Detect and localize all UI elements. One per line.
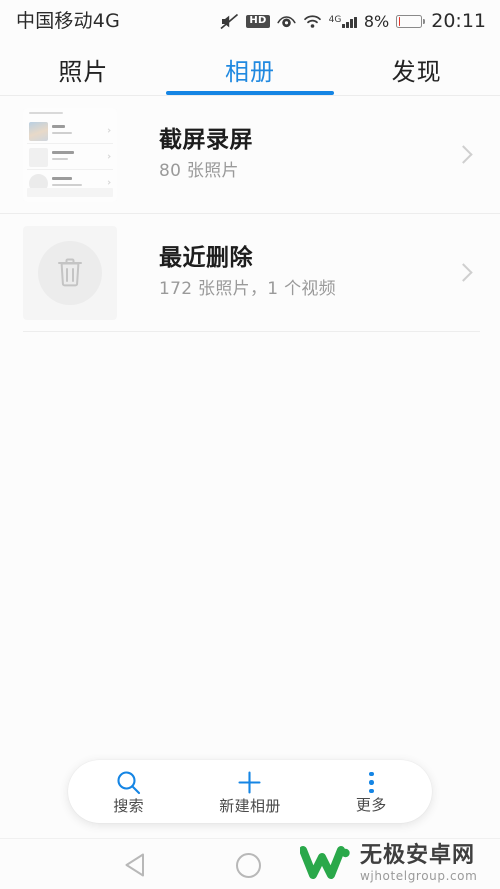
status-icons: HD 4G 8% 20:11 [220,12,486,31]
back-triangle-icon[interactable] [123,852,147,878]
album-title: 最近删除 [159,245,253,271]
mute-icon [220,13,239,30]
album-row-screenshots[interactable]: 截屏录屏 80 张照片 [0,96,500,213]
more-vertical-icon [369,770,374,795]
album-row-recently-deleted[interactable]: 最近删除 172 张照片，1 个视频 [0,214,500,331]
wifi-icon [303,15,321,28]
network-type-label: 4G [328,15,342,25]
album-text: 最近删除 172 张照片，1 个视频 [159,245,457,300]
plus-icon [238,771,262,794]
battery-percent-label: 8% [363,11,390,31]
toolbar-search-label: 搜索 [113,797,145,815]
chevron-right-icon [454,145,473,164]
signal-strength-bars [342,15,357,28]
album-text: 截屏录屏 80 张照片 [159,127,457,182]
clock-label: 20:11 [431,10,486,32]
chevron-right-icon [454,263,473,282]
bottom-toolbar: 搜索 新建相册 更多 [68,760,432,823]
battery-icon [396,15,426,28]
album-thumbnail [23,225,117,320]
album-subtitle: 80 张照片 [159,161,239,182]
toolbar-more-button[interactable]: 更多 [311,770,432,813]
album-subtitle: 172 张照片，1 个视频 [159,279,336,300]
phone-screen: 中国移动4G HD 4G 8% 20:11 照片 相册 发现 截屏录屏 80 张… [0,0,500,889]
album-title: 截屏录屏 [159,127,253,153]
toolbar-search-button[interactable]: 搜索 [68,769,189,814]
status-bar: 中国移动4G HD 4G 8% 20:11 [0,0,500,43]
watermark: 无极安卓网 wjhotelgroup.com [300,840,494,888]
watermark-url: wjhotelgroup.com [360,869,478,884]
toolbar-new-album-button[interactable]: 新建相册 [189,769,310,814]
carrier-label: 中国移动4G [16,10,121,32]
tab-albums[interactable]: 相册 [167,43,334,95]
album-list: 截屏录屏 80 张照片 最近删除 172 张照片，1 个视频 [0,96,500,332]
watermark-title: 无极安卓网 [360,843,476,869]
watermark-text: 无极安卓网 wjhotelgroup.com [360,844,477,883]
signal-bars-icon: 4G [329,15,357,28]
screenshot-preview-icon [23,107,117,202]
list-divider [23,331,480,332]
hd-icon: HD [246,15,270,28]
album-thumbnail [23,107,117,202]
trash-icon [58,258,82,287]
toolbar-new-album-label: 新建相册 [219,797,281,815]
wjhotelgroup-logo-icon [300,846,350,879]
home-circle-icon[interactable] [236,853,261,878]
search-icon [117,771,141,795]
tab-discover[interactable]: 发现 [333,43,500,95]
tab-photos[interactable]: 照片 [0,43,167,95]
eye-comfort-icon [277,16,296,28]
trash-icon-background [38,240,102,305]
tab-bar: 照片 相册 发现 [0,43,500,95]
toolbar-more-label: 更多 [355,796,387,814]
